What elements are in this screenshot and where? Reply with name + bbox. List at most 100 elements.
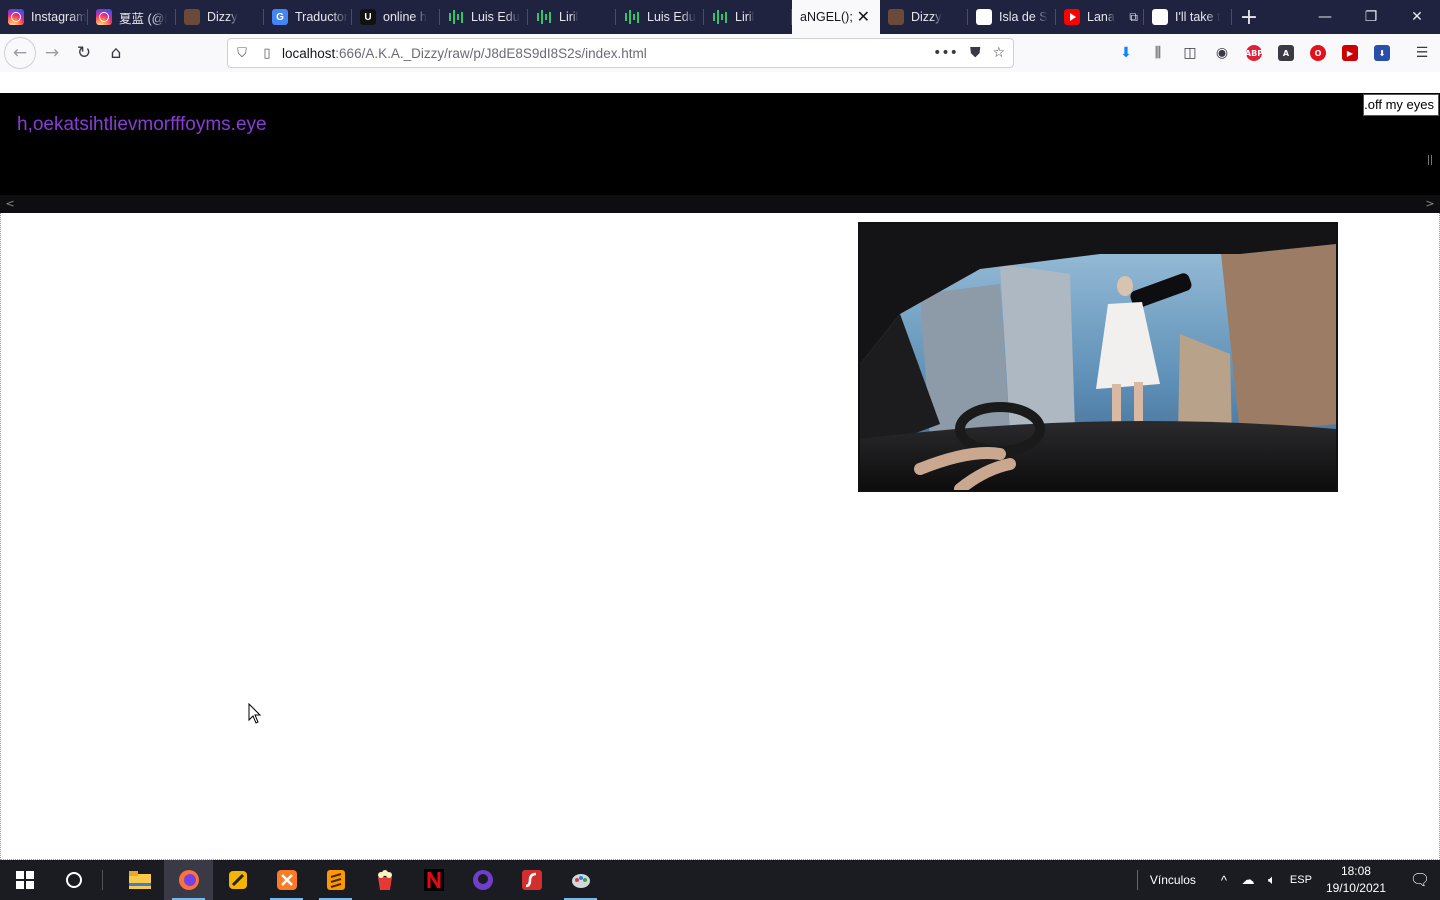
minimize-icon[interactable]: — (1302, 0, 1348, 34)
dizzy-icon (184, 9, 200, 25)
new-tab-button[interactable]: + (1232, 0, 1266, 34)
windows-taskbar: Vínculos ^ ☁ 🔈︎ ESP 18:08 19/10/2021 🗨︎ (0, 860, 1440, 900)
tab-luis-edu-2[interactable]: Luis Edu (616, 0, 704, 34)
close-window-icon[interactable]: ✕ (1394, 0, 1440, 34)
tab-luis-edu[interactable]: Luis Edu (440, 0, 528, 34)
github-icon[interactable] (458, 860, 507, 900)
tab-label: Liril (559, 10, 579, 24)
tab-label: I'll take t (1175, 10, 1221, 24)
tab-label: Instagram (31, 10, 87, 24)
horizontal-scrollbar[interactable]: < > (0, 195, 1440, 213)
download-helper-icon[interactable]: ⬇ (1366, 37, 1398, 69)
mouse-cursor-icon (248, 703, 262, 724)
close-tab-icon[interactable]: ✕ (857, 7, 870, 27)
clock[interactable]: 18:08 19/10/2021 (1326, 863, 1386, 897)
bars-icon (624, 9, 640, 25)
tab-label: Traductor (295, 10, 349, 24)
downloads-icon[interactable]: ⬇ (1110, 37, 1142, 69)
windows-start-icon[interactable] (0, 860, 49, 900)
tab-label: Lana (1087, 10, 1115, 24)
tab-label: 夏蓝 (@l (119, 11, 168, 26)
instagram-icon (96, 9, 112, 25)
extension-icon[interactable]: A (1270, 37, 1302, 69)
tab-dizzy-2[interactable]: Dizzy (880, 0, 968, 34)
paint-icon[interactable] (556, 860, 605, 900)
instagram-icon (8, 9, 24, 25)
tab-label: Luis Edu (471, 10, 520, 24)
tab-lana[interactable]: Lana ⧉ (1056, 0, 1144, 34)
tab-angel-active[interactable]: aNGEL(); ✕ (792, 0, 880, 34)
menu-icon[interactable]: ☰ (1406, 37, 1438, 69)
url-text[interactable]: localhost:666/A.K.A._Dizzy/raw/p/J8dE8S9… (282, 46, 647, 61)
tab-isla[interactable]: W Isla de S (968, 0, 1056, 34)
scroll-left-icon[interactable]: < (2, 197, 18, 211)
taskbar-separator (102, 870, 103, 890)
firefox-icon[interactable] (164, 860, 213, 900)
photo-illustration (860, 224, 1336, 490)
tab-instagram-2[interactable]: 夏蓝 (@l (88, 0, 176, 34)
google-icon: G (1152, 9, 1168, 25)
netflix-icon[interactable] (409, 860, 458, 900)
restore-icon[interactable]: ❐ (1348, 0, 1394, 34)
notifications-icon[interactable]: 🗨︎ (1400, 870, 1440, 890)
tab-liril-2[interactable]: Liril (704, 0, 792, 34)
tracking-shield-icon[interactable]: ⛉ (228, 46, 256, 61)
windshield-photo (858, 222, 1338, 492)
library-icon[interactable]: ⫼ (1142, 37, 1174, 69)
clock-date: 19/10/2021 (1325, 881, 1386, 895)
adblock-plus-icon[interactable]: ABP (1238, 37, 1270, 69)
tab-label: Isla de S (999, 10, 1048, 24)
wikipedia-icon: W (976, 9, 992, 25)
tab-online[interactable]: Uonline h (352, 0, 440, 34)
tab-google[interactable]: G I'll take t (1144, 0, 1232, 34)
youtube-extension-icon[interactable]: ▶ (1334, 37, 1366, 69)
bars-icon (536, 9, 552, 25)
clock-time: 18:08 (1340, 864, 1371, 878)
url-bar[interactable]: ⛉ ▯ localhost:666/A.K.A._Dizzy/raw/p/J8d… (227, 38, 1014, 68)
home-button[interactable]: ⌂ (100, 37, 132, 69)
tab-traductor[interactable]: G Traductor (264, 0, 352, 34)
system-tray: Vínculos ^ ☁ 🔈︎ ESP 18:08 19/10/2021 🗨︎ (1136, 860, 1440, 900)
picture-in-picture-icon[interactable]: ⧉ (1129, 10, 1138, 25)
opera-icon[interactable]: O (1302, 37, 1334, 69)
cortana-icon[interactable] (49, 860, 98, 900)
network-icon[interactable]: ☁ (1236, 872, 1260, 888)
popcorn-icon[interactable] (360, 860, 409, 900)
youtube-icon (1064, 9, 1080, 25)
pocket-icon[interactable]: ⛊ (970, 45, 981, 61)
google-translate-icon: G (272, 9, 288, 25)
xampp-icon[interactable] (262, 860, 311, 900)
back-button[interactable]: ← (4, 37, 36, 69)
reload-button[interactable]: ↻ (68, 37, 100, 69)
flash-icon[interactable] (507, 860, 556, 900)
volume-icon[interactable]: 🔈︎ (1260, 872, 1284, 888)
scroll-right-icon[interactable]: > (1422, 197, 1438, 211)
tab-label: Luis Edu (647, 10, 696, 24)
page-info-icon[interactable]: ▯ (256, 46, 278, 61)
tool-icon[interactable] (213, 860, 262, 900)
url-path: :666/A.K.A._Dizzy/raw/p/J8dE8S9dI8S2s/in… (335, 45, 647, 61)
url-host: localhost (282, 45, 336, 61)
dizzy-icon (888, 9, 904, 25)
navigation-toolbar: ← → ↻ ⌂ ⛉ ▯ localhost:666/A.K.A._Dizzy/r… (0, 34, 1440, 72)
tab-instagram[interactable]: Instagram (0, 0, 88, 34)
show-hidden-icons-icon[interactable]: ^ (1212, 873, 1236, 888)
tab-label: aNGEL(); (800, 10, 853, 24)
tab-liril[interactable]: Liril (528, 0, 616, 34)
file-explorer-icon[interactable] (115, 860, 164, 900)
page-actions-icon[interactable]: ••• (933, 45, 958, 61)
tray-separator (1136, 870, 1138, 890)
account-icon[interactable]: ◉ (1206, 37, 1238, 69)
forward-button[interactable]: → (36, 37, 68, 69)
window-controls: — ❐ ✕ (1302, 0, 1440, 34)
tab-label: online h (383, 10, 427, 24)
tab-dizzy[interactable]: Dizzy (176, 0, 264, 34)
page-viewport: h,oekatsihtlievmorfffoyms.eye off my eye… (0, 72, 1440, 860)
bookmark-star-icon[interactable]: ☆ (992, 45, 1005, 61)
resize-grip[interactable] (1428, 155, 1432, 165)
tab-label: Dizzy (207, 10, 238, 24)
language-indicator[interactable]: ESP (1284, 874, 1318, 886)
links-toolbar[interactable]: Vínculos (1150, 873, 1196, 887)
sidebar-icon[interactable]: ◫ (1174, 37, 1206, 69)
sublime-icon[interactable] (311, 860, 360, 900)
